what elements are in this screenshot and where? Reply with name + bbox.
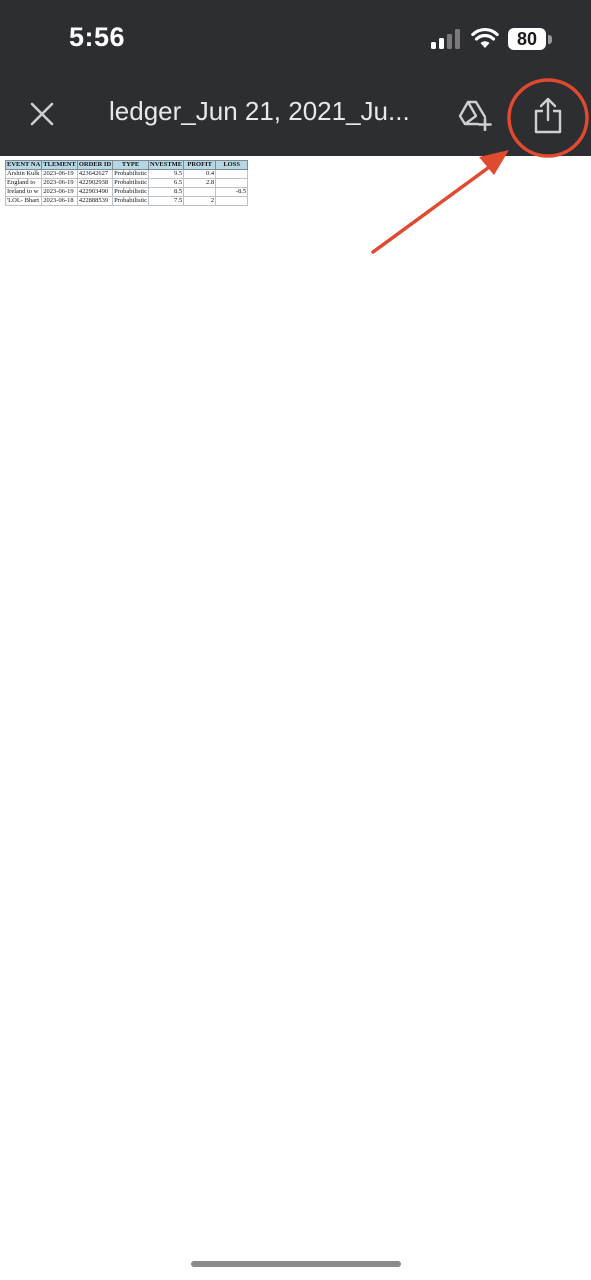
- cellular-signal-icon: [431, 29, 460, 49]
- battery-level: 80: [516, 29, 538, 49]
- header-type: TYPE: [112, 160, 149, 170]
- cell-profit: 2.8: [183, 178, 217, 188]
- cell-loss: -8.5: [215, 187, 249, 197]
- home-indicator[interactable]: [191, 1261, 401, 1267]
- add-to-drive-button[interactable]: [454, 94, 496, 136]
- cell-order-id: 422902938: [76, 178, 114, 188]
- cell-loss: [215, 178, 249, 188]
- header-loss: LOSS: [215, 160, 249, 170]
- pointer-arrow: [371, 150, 509, 254]
- cell-profit: 2: [183, 196, 217, 206]
- wifi-icon: [471, 27, 499, 48]
- cell-event-name: Ireland to w: [4, 187, 43, 197]
- cell-order-id: 423642627: [76, 169, 114, 179]
- cell-settlement: 2023-06-19: [41, 187, 78, 197]
- share-icon: [534, 97, 562, 134]
- cell-event-name: England to: [4, 178, 43, 188]
- cell-type: Probabilistic: [112, 187, 149, 197]
- cell-investment: 7.5: [147, 196, 185, 206]
- table-header-row: EVENT NA TLEMENT ORDER ID TYPE NVESTME P…: [4, 160, 249, 170]
- cell-settlement: 2023-06-19: [41, 169, 78, 179]
- top-bar: 5:56 80 ledger_Jun 21, 2021_Ju...: [0, 0, 591, 156]
- ledger-table: EVENT NA TLEMENT ORDER ID TYPE NVESTME P…: [4, 160, 249, 206]
- status-time: 5:56: [69, 22, 126, 52]
- table-row: Arshin Kulk 2023-06-19 423642627 Probabi…: [4, 169, 249, 179]
- cell-settlement: 2023-06-18: [41, 196, 78, 206]
- table-row: Ireland to w 2023-06-19 422903490 Probab…: [4, 187, 249, 197]
- cell-type: Probabilistic: [112, 178, 149, 188]
- cell-profit: 0.4: [183, 169, 217, 179]
- cell-event-name: 'LOL- Bhart: [4, 196, 43, 206]
- battery-cap: [548, 35, 552, 44]
- cell-event-name: Arshin Kulk: [4, 169, 43, 179]
- cell-type: Probabilistic: [112, 196, 149, 206]
- cell-settlement: 2023-06-19: [41, 178, 78, 188]
- close-button[interactable]: [22, 94, 62, 134]
- close-icon: [30, 102, 54, 126]
- header-profit: PROFIT: [183, 160, 217, 170]
- header-settlement: TLEMENT: [41, 160, 78, 170]
- cell-profit: [183, 187, 217, 197]
- cell-investment: 9.5: [147, 169, 185, 179]
- battery-indicator: 80: [508, 28, 554, 52]
- cell-order-id: 422903490: [76, 187, 114, 197]
- header-event-name: EVENT NA: [4, 160, 43, 170]
- header-investment: NVESTME: [147, 160, 185, 170]
- cell-investment: 6.5: [147, 178, 185, 188]
- share-button[interactable]: [526, 92, 570, 138]
- add-to-drive-icon: [458, 100, 492, 131]
- cell-loss: [215, 169, 249, 179]
- cell-type: Probabilistic: [112, 169, 149, 179]
- cell-order-id: 422888539: [76, 196, 114, 206]
- table-row: 'LOL- Bhart 2023-06-18 422888539 Probabi…: [4, 196, 249, 206]
- cell-investment: 8.5: [147, 187, 185, 197]
- table-row: England to 2023-06-19 422902938 Probabil…: [4, 178, 249, 188]
- document-title: ledger_Jun 21, 2021_Ju...: [109, 96, 410, 126]
- cell-loss: [215, 196, 249, 206]
- header-order-id: ORDER ID: [76, 160, 114, 170]
